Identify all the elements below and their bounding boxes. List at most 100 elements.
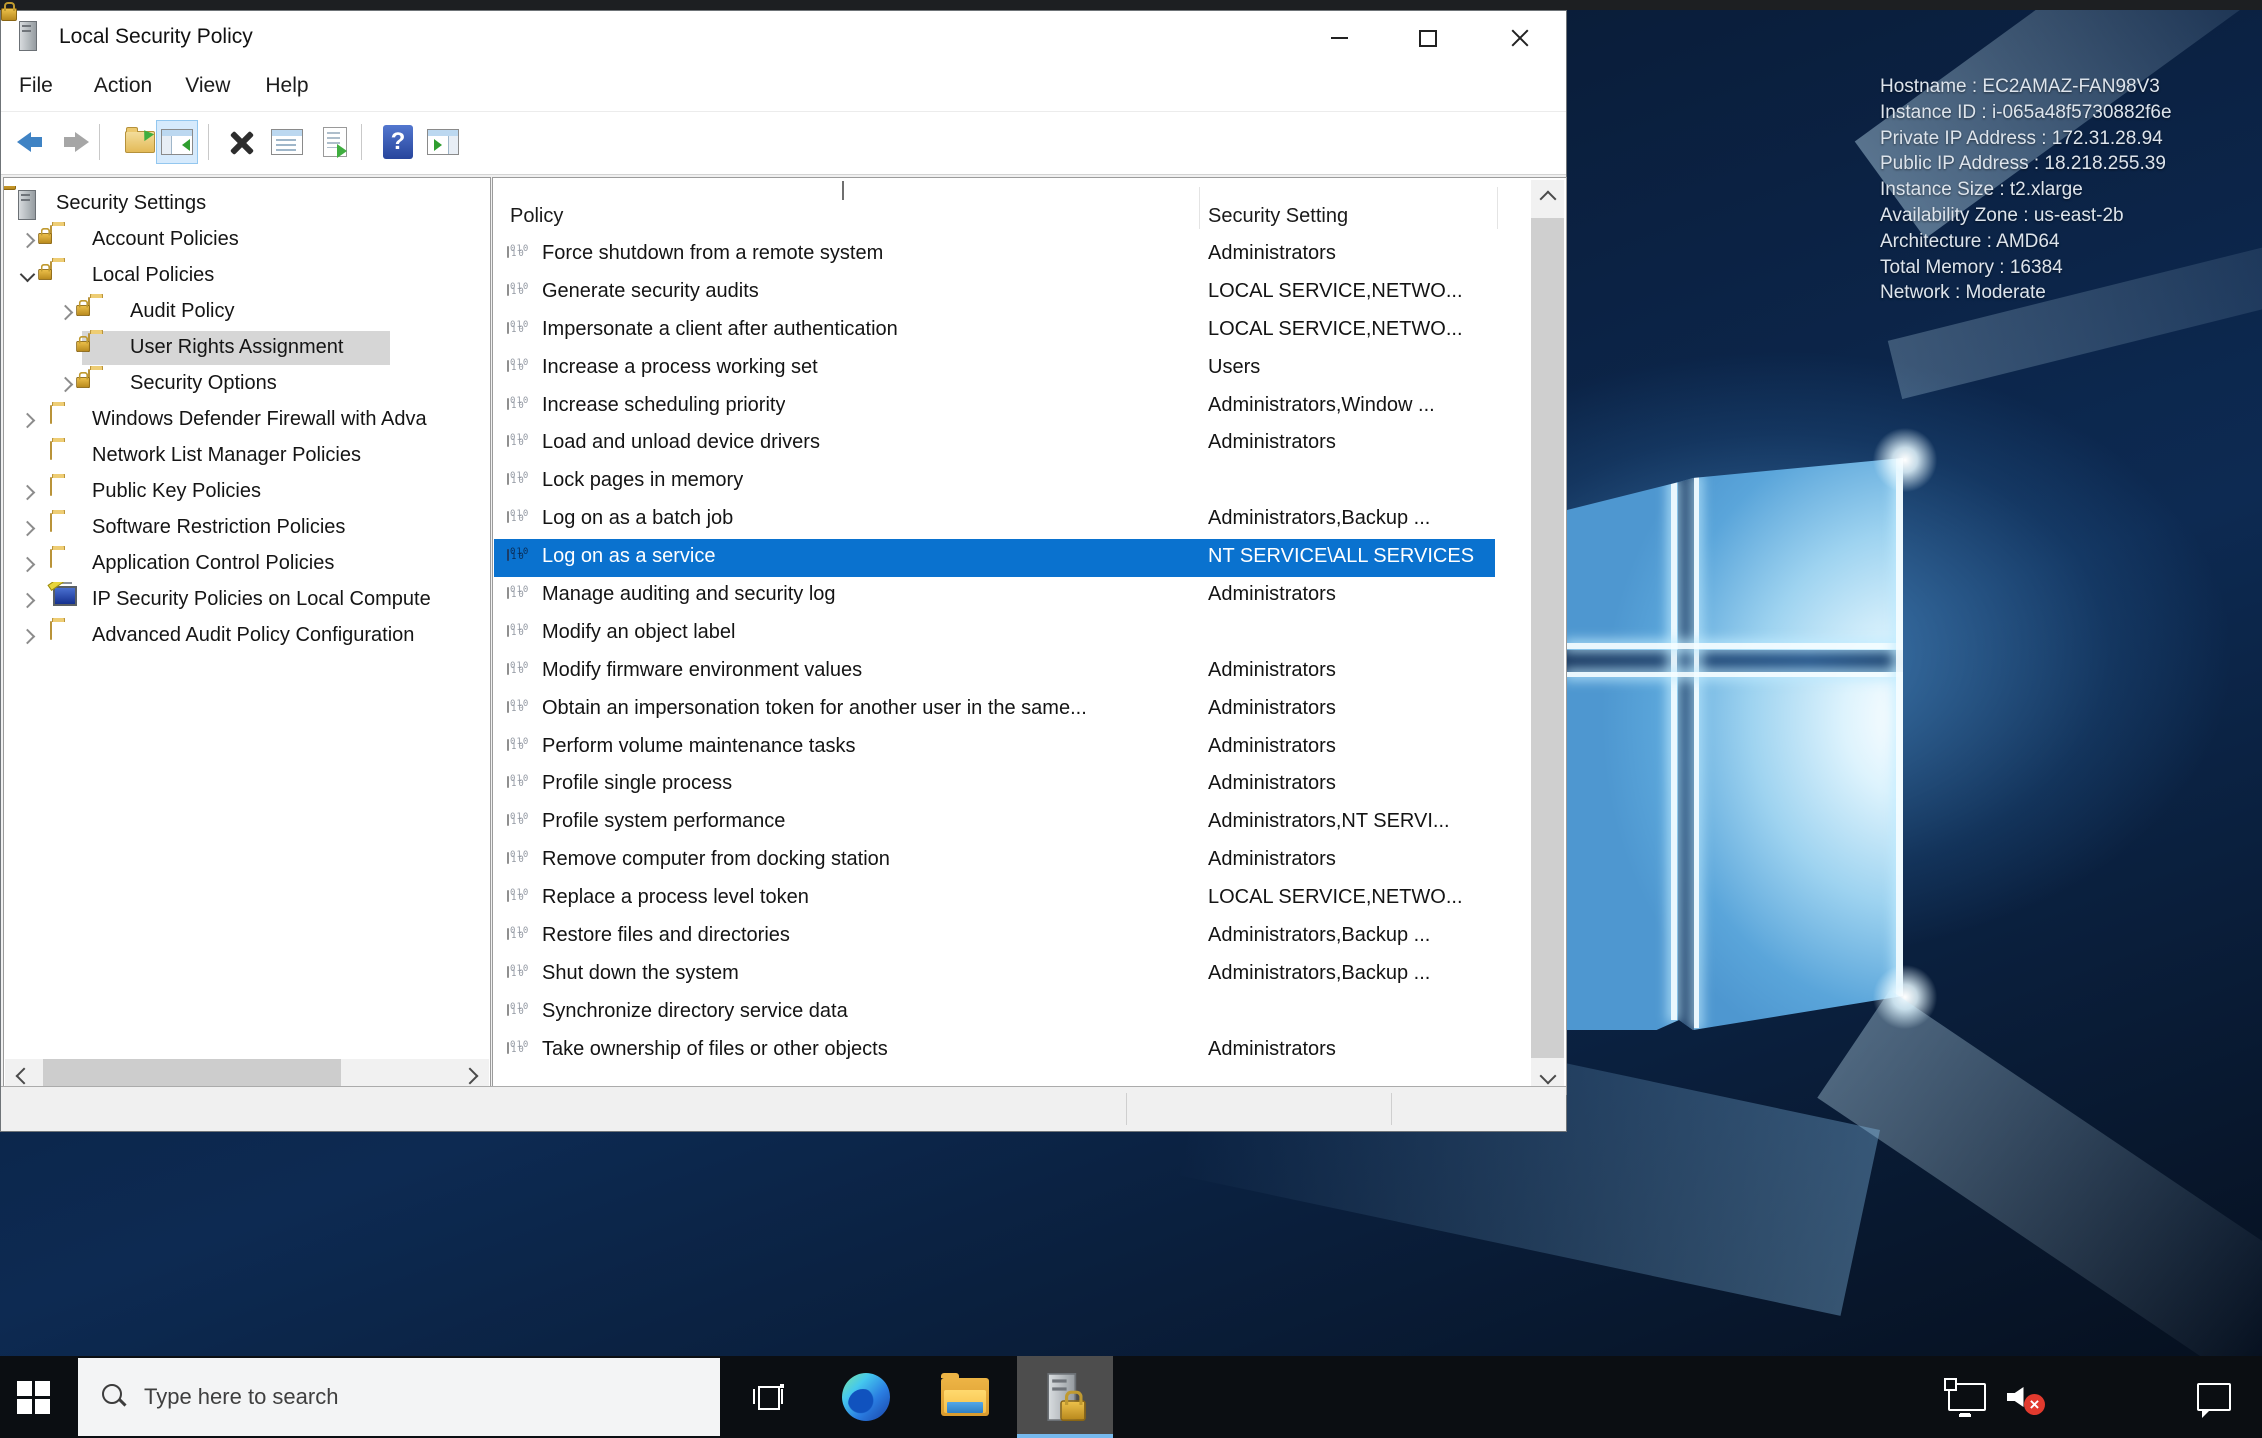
info-line: Instance ID : i-065a48f5730882f6e: [1880, 101, 2172, 123]
policy-row[interactable]: Profile system performance Administrators…: [494, 804, 1532, 842]
info-line: Private IP Address : 172.31.28.94: [1880, 127, 2163, 149]
close-button[interactable]: [1483, 11, 1557, 65]
edge-icon: [842, 1373, 890, 1421]
tree-item-audit-policy[interactable]: Audit Policy: [4, 294, 490, 330]
policy-name: Modify firmware environment values: [542, 658, 863, 681]
tree-item-ip-security-policies-on-local-compute[interactable]: IP Security Policies on Local Compute: [4, 582, 490, 618]
policy-row[interactable]: Log on as a batch job Administrators,Back…: [494, 501, 1532, 539]
tree-item-security-settings[interactable]: Security Settings: [4, 186, 490, 222]
tree-item-public-key-policies[interactable]: Public Key Policies: [4, 474, 490, 510]
task-view-button[interactable]: [736, 1356, 800, 1438]
policy-row[interactable]: Manage auditing and security log Administ…: [494, 577, 1532, 615]
policy-row[interactable]: Perform volume maintenance tasks Administ…: [494, 729, 1532, 767]
scroll-up-icon[interactable]: [1531, 180, 1564, 213]
start-button[interactable]: [0, 1356, 66, 1438]
tree-item-account-policies[interactable]: Account Policies: [4, 222, 490, 258]
up-level-button[interactable]: [119, 120, 161, 164]
policy-row[interactable]: Lock pages in memory: [494, 463, 1532, 501]
policy-row[interactable]: Restore files and directories Administrat…: [494, 918, 1532, 956]
policy-row[interactable]: Modify firmware environment values Admini…: [494, 653, 1532, 691]
chevron-right-icon[interactable]: [19, 520, 36, 537]
chevron-right-icon[interactable]: [19, 592, 36, 609]
title-bar[interactable]: Local Security Policy: [1, 2, 1566, 65]
policy-row[interactable]: Impersonate a client after authenticatio…: [494, 312, 1532, 350]
tree-item-label: User Rights Assignment: [130, 336, 344, 358]
maximize-button[interactable]: [1391, 11, 1465, 65]
action-center-button[interactable]: [2184, 1356, 2244, 1438]
help-button[interactable]: ?: [377, 120, 419, 164]
tree-item-local-policies[interactable]: Local Policies: [4, 258, 490, 294]
taskbar: × 12:09 PM 3/7/2024: [0, 1356, 2262, 1438]
tree-item-label: Audit Policy: [130, 300, 235, 322]
volume-tray-button[interactable]: ×: [1995, 1356, 2049, 1438]
chevron-right-icon[interactable]: [57, 376, 74, 393]
tree-item-windows-defender-firewall-with-adva[interactable]: Windows Defender Firewall with Adva: [4, 402, 490, 438]
policy-row[interactable]: Log on as a service NT SERVICE\ALL SERVIC…: [494, 539, 1532, 578]
policy-row[interactable]: Profile single process Administrators: [494, 766, 1532, 804]
chevron-right-icon[interactable]: [19, 484, 36, 501]
column-header-policy[interactable]: Policy: [510, 205, 563, 228]
tree-item-application-control-policies[interactable]: Application Control Policies: [4, 546, 490, 582]
menu-file[interactable]: File: [19, 74, 53, 98]
task-view-icon: [753, 1384, 784, 1410]
folder-lock-icon: [76, 369, 90, 389]
properties-button[interactable]: [266, 120, 308, 164]
show-hide-console-tree-button[interactable]: [156, 120, 198, 164]
policy-row[interactable]: Modify an object label: [494, 615, 1532, 653]
policy-row[interactable]: Shut down the system Administrators,Backu…: [494, 956, 1532, 994]
chevron-right-icon[interactable]: [19, 556, 36, 573]
policy-name: Load and unload device drivers: [542, 431, 820, 454]
tree-item-advanced-audit-policy-configuration[interactable]: Advanced Audit Policy Configuration: [4, 618, 490, 654]
taskbar-search[interactable]: [78, 1358, 720, 1436]
search-input[interactable]: [142, 1383, 686, 1411]
delete-button[interactable]: [221, 120, 263, 164]
policy-name: Lock pages in memory: [542, 469, 744, 492]
chevron-right-icon[interactable]: [57, 304, 74, 321]
policy-name: Generate security audits: [542, 279, 759, 302]
chevron-right-icon[interactable]: [19, 412, 36, 429]
tree-item-software-restriction-policies[interactable]: Software Restriction Policies: [4, 510, 490, 546]
tree-item-user-rights-assignment[interactable]: User Rights Assignment: [4, 330, 490, 366]
edge-button[interactable]: [830, 1356, 902, 1438]
forward-button[interactable]: [54, 120, 96, 164]
policy-document-icon: [507, 999, 509, 1017]
list-vertical-scrollbar[interactable]: [1531, 180, 1564, 1094]
back-button[interactable]: [9, 120, 51, 164]
network-tray-button[interactable]: [1940, 1356, 1994, 1438]
minimize-button[interactable]: [1302, 11, 1376, 65]
column-divider[interactable]: [1199, 187, 1200, 229]
status-bar: [1, 1086, 1566, 1131]
tree-item-security-options[interactable]: Security Options: [4, 366, 490, 402]
policy-document-icon: [507, 885, 509, 903]
local-security-policy-window: Local Security Policy File Action View Help…: [0, 2, 1567, 1132]
policy-row[interactable]: Remove computer from docking station Admi…: [494, 842, 1532, 880]
menu-help[interactable]: Help: [265, 74, 308, 98]
policy-document-icon: [507, 544, 509, 562]
scrollbar-thumb[interactable]: [1531, 218, 1564, 1058]
policy-row[interactable]: Increase a process working set Users: [494, 350, 1532, 388]
policy-row[interactable]: Obtain an impersonation token for anothe…: [494, 691, 1532, 729]
policy-row[interactable]: Synchronize directory service data: [494, 994, 1532, 1032]
chevron-right-icon[interactable]: [19, 628, 36, 645]
policy-row[interactable]: Take ownership of files or other objects…: [494, 1032, 1532, 1070]
policy-name: Shut down the system: [542, 961, 739, 984]
chevron-down-icon[interactable]: [19, 266, 36, 283]
menu-view[interactable]: View: [185, 74, 230, 98]
tree-item-network-list-manager-policies[interactable]: Network List Manager Policies: [4, 438, 490, 474]
menu-action[interactable]: Action: [94, 74, 152, 98]
export-list-button[interactable]: [314, 120, 356, 164]
show-hide-action-pane-button[interactable]: [422, 120, 464, 164]
info-line: Total Memory : 16384: [1880, 256, 2063, 278]
policy-row[interactable]: Increase scheduling priority Administrato…: [494, 388, 1532, 426]
file-explorer-button[interactable]: [928, 1356, 1002, 1438]
show-hide-action-pane-icon: [427, 129, 459, 155]
column-divider[interactable]: [1497, 187, 1498, 229]
column-header-security-setting[interactable]: Security Setting: [1208, 205, 1348, 228]
policy-name: Restore files and directories: [542, 924, 790, 947]
policy-row[interactable]: Replace a process level token LOCAL SERVI…: [494, 880, 1532, 918]
local-security-policy-taskbar-button[interactable]: [1017, 1356, 1113, 1438]
policy-row[interactable]: Force shutdown from a remote system Admin…: [494, 236, 1532, 274]
chevron-right-icon[interactable]: [19, 232, 36, 249]
policy-row[interactable]: Generate security audits LOCAL SERVICE,NE…: [494, 274, 1532, 312]
policy-row[interactable]: Load and unload device drivers Administra…: [494, 425, 1532, 463]
